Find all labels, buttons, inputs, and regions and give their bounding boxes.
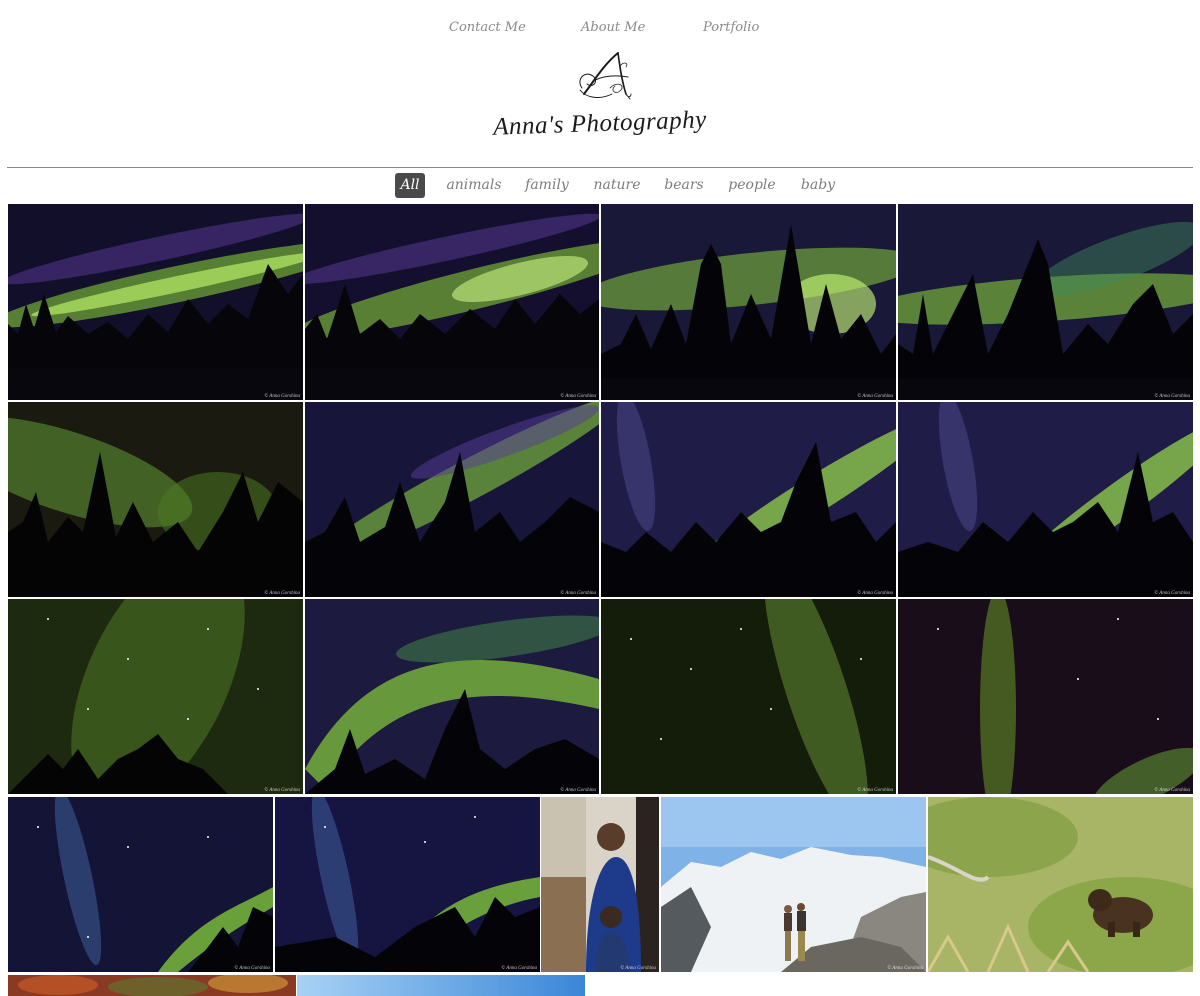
photo-watermark: © Anna Gorshina (264, 591, 300, 596)
photo-tile[interactable]: © Anna Gorshina (601, 599, 896, 794)
filter-people[interactable]: people (726, 173, 778, 198)
blue-sky-image (297, 975, 585, 996)
photo-tile[interactable]: © Anna Gorshina (8, 204, 303, 400)
logo[interactable]: A Anna's Photography (493, 50, 707, 155)
aurora-forest-image (305, 402, 599, 597)
glacier-couple-image (661, 797, 926, 972)
photo-watermark: © Anna Gorshina (620, 966, 656, 971)
filter-family[interactable]: family (523, 173, 571, 198)
aurora-spruce-image (601, 402, 896, 597)
photo-tile[interactable]: © Anna Gorshina (898, 402, 1193, 597)
photo-tile[interactable]: © Anna Gorshina (305, 402, 599, 597)
category-filters: All animals family nature bears people b… (0, 173, 1200, 198)
nav-contact-link[interactable]: Contact Me (449, 20, 526, 35)
aurora-spruce-image (898, 204, 1193, 400)
photo-tile[interactable]: © Anna Gorshina (8, 797, 273, 972)
filter-baby[interactable]: baby (799, 173, 837, 198)
photo-watermark: © Anna Gorshina (264, 788, 300, 793)
aurora-forest-image (8, 204, 303, 400)
photo-watermark: © Anna Gorshina (887, 966, 923, 971)
photo-tile[interactable]: © Anna Gorshina (601, 402, 896, 597)
photo-watermark: © Anna Gorshina (560, 788, 596, 793)
photo-tile[interactable] (8, 975, 296, 996)
aurora-stars-image (601, 599, 896, 794)
aurora-spruce-image (898, 402, 1193, 597)
photo-tile[interactable] (928, 797, 1193, 972)
brand-name: Anna's Photography (492, 106, 708, 141)
photo-tile[interactable]: © Anna Gorshina (661, 797, 926, 972)
aurora-forest-image (305, 599, 599, 794)
photo-tile[interactable]: © Anna Gorshina (305, 204, 599, 400)
photo-watermark: © Anna Gorshina (857, 591, 893, 596)
photo-watermark: © Anna Gorshina (560, 591, 596, 596)
aurora-spruce-image (601, 204, 896, 400)
photo-tile[interactable]: © Anna Gorshina (898, 204, 1193, 400)
aurora-forest-image (8, 402, 303, 597)
aurora-curtain-image (275, 797, 540, 972)
photo-watermark: © Anna Gorshina (1154, 591, 1190, 596)
photo-tile[interactable]: © Anna Gorshina (541, 797, 659, 972)
photo-watermark: © Anna Gorshina (501, 966, 537, 971)
bear-in-grass-image (928, 797, 1193, 972)
photo-watermark: © Anna Gorshina (1154, 394, 1190, 399)
aurora-stars-image (898, 599, 1193, 794)
nav-about-link[interactable]: About Me (581, 20, 645, 35)
photo-watermark: © Anna Gorshina (560, 394, 596, 399)
header-divider (7, 167, 1193, 168)
photo-watermark: © Anna Gorshina (857, 394, 893, 399)
top-navigation: Contact Me About Me Portfolio (0, 20, 1200, 40)
filter-bears[interactable]: bears (663, 173, 705, 198)
photo-tile[interactable]: © Anna Gorshina (8, 599, 303, 794)
autumn-foliage-image (8, 975, 296, 996)
photo-tile[interactable]: © Anna Gorshina (601, 204, 896, 400)
photo-tile[interactable] (297, 975, 585, 996)
photo-watermark: © Anna Gorshina (234, 966, 270, 971)
photo-watermark: © Anna Gorshina (264, 394, 300, 399)
aurora-stars-image (8, 599, 303, 794)
monogram-logo-icon: A (579, 52, 632, 100)
nav-portfolio-link[interactable]: Portfolio (703, 20, 759, 35)
photo-watermark: © Anna Gorshina (1154, 788, 1190, 793)
aurora-curtain-image (8, 797, 273, 972)
photo-tile[interactable]: © Anna Gorshina (8, 402, 303, 597)
family-portrait-image (541, 797, 659, 972)
filter-nature[interactable]: nature (592, 173, 642, 198)
aurora-forest-image (305, 204, 599, 400)
photo-tile[interactable]: © Anna Gorshina (305, 599, 599, 794)
filter-animals[interactable]: animals (446, 173, 502, 198)
photo-tile[interactable]: © Anna Gorshina (275, 797, 540, 972)
filter-all[interactable]: All (395, 173, 425, 198)
photo-watermark: © Anna Gorshina (857, 788, 893, 793)
photo-tile[interactable]: © Anna Gorshina (898, 599, 1193, 794)
